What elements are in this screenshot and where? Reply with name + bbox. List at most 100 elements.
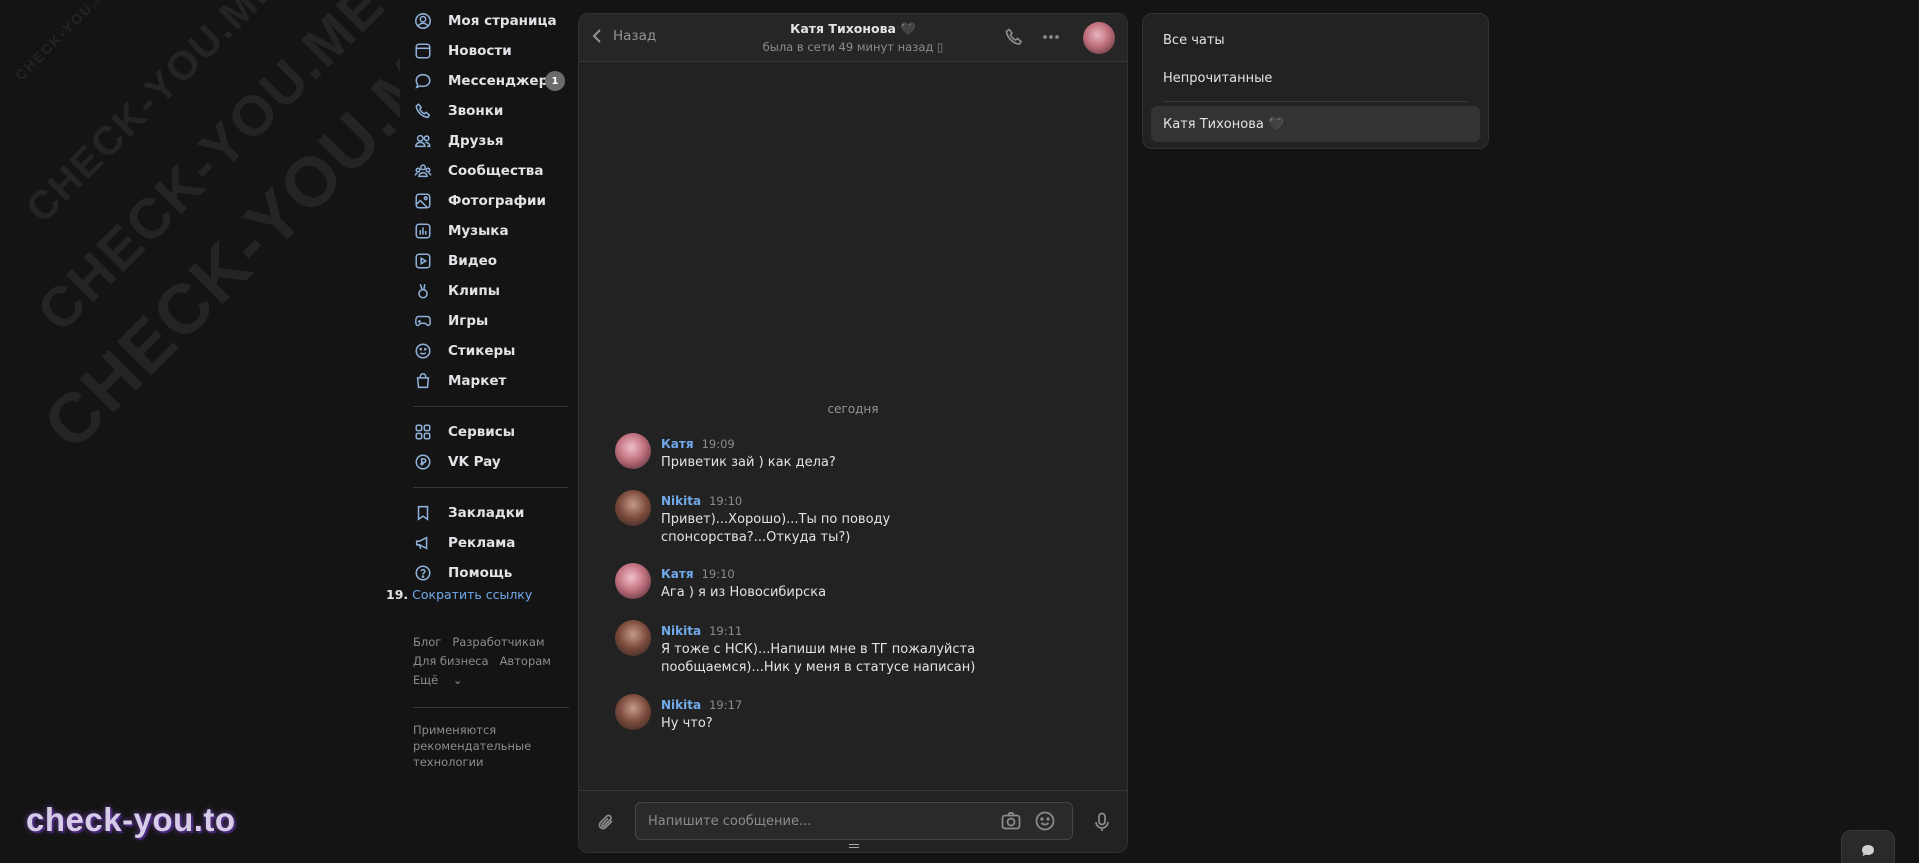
phone-icon <box>1005 28 1023 45</box>
chat-panel: Назад Катя Тихонова 🖤 была в сети 49 мин… <box>578 13 1128 853</box>
message-text: Привет)...Хорошо)...Ты по поводу спонсор… <box>661 512 891 545</box>
nav-label: Звонки <box>448 103 504 119</box>
nav-item-vkpay[interactable]: VK Pay <box>405 447 565 477</box>
bookmark-icon <box>413 503 433 523</box>
photo-icon <box>413 191 433 211</box>
message: Nikita 19:10 Привет)...Хорошо)...Ты по по… <box>615 490 1035 547</box>
nav-label: Закладки <box>448 505 525 521</box>
camera-icon <box>1001 812 1021 830</box>
message: Nikita 19:17 Ну что? <box>615 694 1035 733</box>
message-author[interactable]: Катя <box>661 437 694 451</box>
watermark-text: CHECK-YOU.ME <box>28 3 400 464</box>
market-bag-icon <box>413 371 433 391</box>
help-icon <box>413 563 433 583</box>
footer-more[interactable]: Ещё ⌄ <box>413 673 473 687</box>
nav-item-news[interactable]: Новости <box>405 36 565 66</box>
footer-divider <box>413 707 569 708</box>
message-input-placeholder: Напишите сообщение... <box>648 813 812 829</box>
unread-badge: 1 <box>545 71 565 91</box>
nav-item-friends[interactable]: Друзья <box>405 126 565 156</box>
chat-folders: Все чаты Непрочитанные Катя Тихонова 🖤 <box>1142 13 1489 149</box>
nav-item-services[interactable]: Сервисы <box>405 417 565 447</box>
nav-label: Моя страница <box>448 13 557 29</box>
nav-item-bookmarks[interactable]: Закладки <box>405 498 565 528</box>
nav-item-photos[interactable]: Фотографии <box>405 186 565 216</box>
message-time: 19:10 <box>701 567 735 581</box>
camera-button[interactable] <box>1000 810 1022 832</box>
nav-item-help[interactable]: Помощь <box>405 558 565 588</box>
nav-item-market[interactable]: Маркет <box>405 366 565 396</box>
footer-more-label: Ещё <box>413 673 439 687</box>
watermark-text: CHECK-YOU.ME <box>12 0 118 84</box>
left-nav: Моя страница Новости Мессенджер 1 Звонки… <box>405 6 568 588</box>
watermark: CHECK-YOU.ME CHECK-YOU.ME CHECK-YOU.ME C… <box>0 0 400 520</box>
avatar[interactable] <box>615 490 651 526</box>
nav-item-communities[interactable]: Сообщества <box>405 156 565 186</box>
folder-unread[interactable]: Непрочитанные <box>1151 60 1480 96</box>
message-author[interactable]: Nikita <box>661 494 701 508</box>
nav-item-stickers[interactable]: Стикеры <box>405 336 565 366</box>
message-text: Ну что? <box>661 716 713 731</box>
message-list: сегодня Катя 19:09 Приветик зай ) как дел… <box>579 63 1127 790</box>
nav-item-messenger[interactable]: Мессенджер 1 <box>405 66 565 96</box>
folder-active-chat[interactable]: Катя Тихонова 🖤 <box>1151 106 1480 142</box>
music-icon <box>413 221 433 241</box>
message-author[interactable]: Nikita <box>661 698 701 712</box>
nav-label: VK Pay <box>448 454 501 470</box>
chat-header: Назад Катя Тихонова 🖤 была в сети 49 мин… <box>579 14 1127 62</box>
footer-link-developers[interactable]: Разработчикам <box>452 635 544 649</box>
call-button[interactable] <box>1003 26 1025 48</box>
vkpay-icon <box>413 452 433 472</box>
phone-icon <box>413 101 433 121</box>
message-time: 19:10 <box>709 494 743 508</box>
chevron-down-icon: ⌄ <box>452 673 463 687</box>
short-link[interactable]: Сократить ссылку <box>412 587 532 602</box>
footer-link-business[interactable]: Для бизнеса <box>413 654 489 668</box>
peer-avatar[interactable] <box>1083 22 1115 54</box>
nav-label: Реклама <box>448 535 516 551</box>
recommendation-note: Применяются рекомендательные технологии <box>413 723 532 769</box>
nav-item-ads[interactable]: Реклама <box>405 528 565 558</box>
attach-button[interactable] <box>596 811 618 833</box>
composer: Напишите сообщение... <box>579 790 1127 852</box>
nav-label: Помощь <box>448 565 513 581</box>
message-author[interactable]: Nikita <box>661 624 701 638</box>
chat-bubble-icon <box>1862 845 1874 856</box>
nav-label: Музыка <box>448 223 509 239</box>
smile-icon <box>1035 811 1055 831</box>
message-text: Я тоже с НСК)...Напиши мне в ТГ пожалуйс… <box>661 642 976 675</box>
nav-item-music[interactable]: Музыка <box>405 216 565 246</box>
avatar[interactable] <box>615 694 651 730</box>
message-time: 19:11 <box>709 624 743 638</box>
message-author[interactable]: Катя <box>661 567 694 581</box>
resize-grip[interactable] <box>849 844 859 848</box>
chat-widget-button[interactable] <box>1841 830 1895 863</box>
message: Катя 19:10 Ага ) я из Новосибирска <box>615 563 1035 602</box>
avatar[interactable] <box>615 620 651 656</box>
nav-item-my-page[interactable]: Моя страница <box>405 6 565 36</box>
emoji-button[interactable] <box>1034 810 1056 832</box>
nav-label: Сервисы <box>448 424 515 440</box>
news-icon <box>413 41 433 61</box>
nav-item-clips[interactable]: Клипы <box>405 276 565 306</box>
voice-message-button[interactable] <box>1091 811 1113 833</box>
more-button[interactable] <box>1040 26 1062 48</box>
message: Nikita 19:11 Я тоже с НСК)...Напиши мне в… <box>615 620 1035 677</box>
avatar[interactable] <box>615 433 651 469</box>
avatar[interactable] <box>615 563 651 599</box>
nav-item-calls[interactable]: Звонки <box>405 96 565 126</box>
nav-item-games[interactable]: Игры <box>405 306 565 336</box>
nav-divider <box>413 406 568 407</box>
nav-label: Видео <box>448 253 498 269</box>
communities-icon <box>413 161 433 181</box>
footer-link-blog[interactable]: Блог <box>413 635 441 649</box>
watermark-text: CHECK-YOU.ME <box>24 0 397 344</box>
folder-all-chats[interactable]: Все чаты <box>1151 22 1480 58</box>
footer-link-authors[interactable]: Авторам <box>500 654 551 668</box>
message-icon <box>413 71 433 91</box>
video-icon <box>413 251 433 271</box>
nav-item-video[interactable]: Видео <box>405 246 565 276</box>
message-time: 19:17 <box>709 698 743 712</box>
nav-label: Игры <box>448 313 489 329</box>
footer-links: Блог Разработчикам Для бизнеса Авторам Ещё… <box>413 633 563 690</box>
